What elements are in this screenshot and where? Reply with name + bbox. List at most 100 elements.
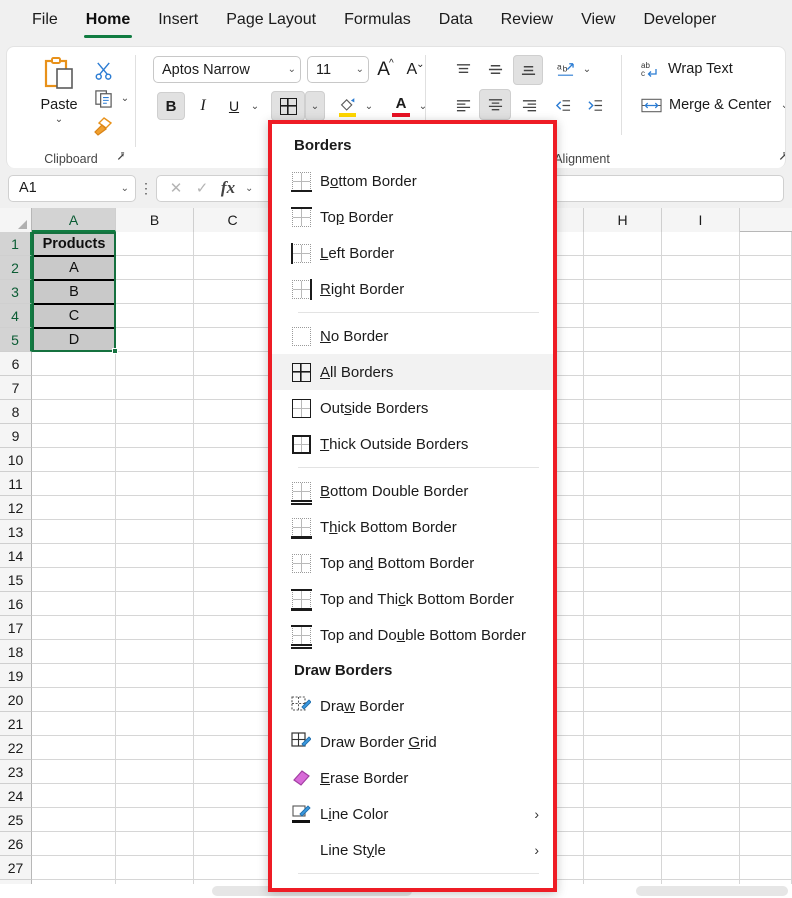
grid-cell[interactable] xyxy=(32,760,116,784)
grid-cell[interactable] xyxy=(662,400,740,424)
row-header-22[interactable]: 22 xyxy=(0,736,32,760)
cell-A3[interactable]: B xyxy=(32,280,116,304)
grid-cell[interactable] xyxy=(584,784,662,808)
grid-cell[interactable] xyxy=(740,376,792,400)
grid-cell[interactable] xyxy=(584,712,662,736)
grid-cell[interactable] xyxy=(584,808,662,832)
grid-cell[interactable] xyxy=(584,400,662,424)
row-header-20[interactable]: 20 xyxy=(0,688,32,712)
grid-cell[interactable] xyxy=(116,856,194,880)
tab-developer[interactable]: Developer xyxy=(629,7,730,35)
select-all-corner[interactable] xyxy=(0,208,32,232)
bold-button[interactable]: B xyxy=(157,92,185,120)
format-painter-button[interactable] xyxy=(89,113,117,139)
menu-item-top-and-thick-bottom-border[interactable]: Top and Thick Bottom Border xyxy=(272,581,553,617)
grid-cell[interactable] xyxy=(116,592,194,616)
grid-cell[interactable] xyxy=(740,400,792,424)
grid-cell[interactable] xyxy=(32,856,116,880)
grid-cell[interactable] xyxy=(194,400,272,424)
grid-cell[interactable] xyxy=(32,568,116,592)
grid-cell[interactable] xyxy=(662,328,740,352)
menu-item-left-border[interactable]: Left Border xyxy=(272,235,553,271)
menu-item-no-border[interactable]: No Border xyxy=(272,318,553,354)
grid-cell[interactable] xyxy=(32,520,116,544)
grid-cell[interactable] xyxy=(584,688,662,712)
increase-font-size-button[interactable]: A ^ xyxy=(373,56,399,83)
grid-cell[interactable] xyxy=(194,280,272,304)
grid-cell[interactable] xyxy=(116,280,194,304)
chevron-right-icon[interactable]: › xyxy=(534,806,539,822)
row-header-25[interactable]: 25 xyxy=(0,808,32,832)
font-size-chevron-down-icon[interactable]: ⌄ xyxy=(352,64,364,75)
grid-cell[interactable] xyxy=(584,760,662,784)
grid-cell[interactable] xyxy=(32,784,116,808)
grid-cell[interactable] xyxy=(740,328,792,352)
grid-cell[interactable] xyxy=(662,232,740,256)
borders-dropdown-chevron-down-icon[interactable]: ⌄ xyxy=(305,91,325,121)
grid-cell[interactable] xyxy=(32,616,116,640)
underline-chevron-down-icon[interactable]: ⌄ xyxy=(247,93,263,119)
row-header-19[interactable]: 19 xyxy=(0,664,32,688)
orientation-chevron-down-icon[interactable]: ⌄ xyxy=(579,56,595,82)
grid-cell[interactable] xyxy=(116,424,194,448)
grid-cell[interactable] xyxy=(584,352,662,376)
row-header-1[interactable]: 1 xyxy=(0,232,32,256)
grid-cell[interactable] xyxy=(116,352,194,376)
grid-cell[interactable] xyxy=(32,640,116,664)
menu-item-line-style[interactable]: Line Style › xyxy=(272,832,553,868)
name-box-chevron-down-icon[interactable]: ⌄ xyxy=(117,183,129,194)
grid-cell[interactable] xyxy=(662,856,740,880)
grid-cell[interactable] xyxy=(194,304,272,328)
clipboard-dialog-launcher[interactable]: ⭷ xyxy=(113,149,129,165)
grid-cell[interactable] xyxy=(740,280,792,304)
grid-cell[interactable] xyxy=(194,496,272,520)
check-icon[interactable]: ✓ xyxy=(189,179,215,197)
cell-A1[interactable]: Products xyxy=(32,232,116,256)
copy-button[interactable] xyxy=(89,85,117,111)
grid-cell[interactable] xyxy=(662,736,740,760)
grid-cell[interactable] xyxy=(740,808,792,832)
formula-bar-options-icon[interactable]: ⋮ xyxy=(136,180,156,197)
column-header-I[interactable]: I xyxy=(662,208,740,232)
menu-item-top-and-bottom-border[interactable]: Top and Bottom Border xyxy=(272,545,553,581)
font-name-combo[interactable]: Aptos Narrow ⌄ xyxy=(153,56,301,83)
grid-cell[interactable] xyxy=(662,808,740,832)
grid-cell[interactable] xyxy=(194,784,272,808)
align-center-button[interactable] xyxy=(479,89,511,120)
grid-cell[interactable] xyxy=(194,472,272,496)
grid-cell[interactable] xyxy=(584,736,662,760)
grid-cell[interactable] xyxy=(662,376,740,400)
menu-item-thick-outside-borders[interactable]: Thick Outside Borders xyxy=(272,426,553,462)
cell-A2[interactable]: A xyxy=(32,256,116,280)
grid-cell[interactable] xyxy=(740,496,792,520)
row-header-11[interactable]: 11 xyxy=(0,472,32,496)
formula-bar-chevron-down-icon[interactable]: ⌄ xyxy=(241,183,253,194)
increase-indent-button[interactable] xyxy=(581,91,609,119)
grid-cell[interactable] xyxy=(662,496,740,520)
row-header-13[interactable]: 13 xyxy=(0,520,32,544)
tab-formulas[interactable]: Formulas xyxy=(330,7,425,35)
row-header-4[interactable]: 4 xyxy=(0,304,32,328)
row-header-26[interactable]: 26 xyxy=(0,832,32,856)
grid-cell[interactable] xyxy=(116,808,194,832)
grid-cell[interactable] xyxy=(740,688,792,712)
menu-item-all-borders[interactable]: All Borders xyxy=(272,354,553,390)
grid-cell[interactable] xyxy=(194,448,272,472)
grid-cell[interactable] xyxy=(584,856,662,880)
grid-cell[interactable] xyxy=(116,448,194,472)
tab-insert[interactable]: Insert xyxy=(144,7,212,35)
grid-cell[interactable] xyxy=(194,424,272,448)
copy-chevron-down-icon[interactable]: ⌄ xyxy=(117,85,133,111)
grid-cell[interactable] xyxy=(116,304,194,328)
grid-cell[interactable] xyxy=(740,712,792,736)
grid-cell[interactable] xyxy=(740,664,792,688)
font-size-combo[interactable]: 11 ⌄ xyxy=(307,56,369,83)
align-right-button[interactable] xyxy=(515,91,543,119)
grid-cell[interactable] xyxy=(740,472,792,496)
grid-cell[interactable] xyxy=(662,568,740,592)
menu-item-line-color[interactable]: Line Color › xyxy=(272,796,553,832)
grid-cell[interactable] xyxy=(584,472,662,496)
grid-cell[interactable] xyxy=(194,616,272,640)
grid-cell[interactable] xyxy=(32,472,116,496)
grid-cell[interactable] xyxy=(662,664,740,688)
